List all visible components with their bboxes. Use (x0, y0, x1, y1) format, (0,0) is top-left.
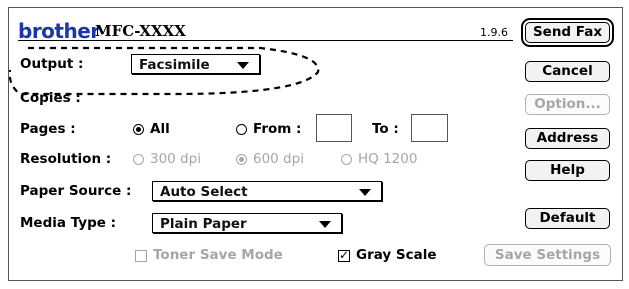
pages-all-label: All (150, 121, 170, 137)
default-button[interactable]: Default (525, 208, 610, 229)
output-popup[interactable]: Facsimile (131, 54, 260, 74)
resolution-label: Resolution : (20, 151, 112, 167)
resolution-600-radio[interactable] (236, 154, 247, 165)
copies-label: Copies : (20, 90, 81, 106)
pages-label: Pages : (20, 121, 76, 137)
save-settings-button[interactable]: Save Settings (484, 244, 611, 266)
pages-from-label: From : (253, 121, 302, 137)
gray-scale-label: Gray Scale (356, 247, 437, 263)
pages-from-radio[interactable] (236, 124, 247, 135)
output-label: Output : (20, 56, 84, 72)
paper-source-popup[interactable]: Auto Select (152, 181, 382, 201)
toner-save-checkbox[interactable] (135, 250, 147, 262)
paper-source-label: Paper Source : (20, 183, 132, 199)
resolution-300-radio[interactable] (133, 154, 144, 165)
media-type-label: Media Type : (20, 215, 117, 231)
media-type-value: Plain Paper (160, 216, 247, 232)
send-fax-button[interactable]: Send Fax (521, 18, 614, 47)
popup-triangle-icon (319, 221, 331, 228)
paper-source-value: Auto Select (160, 184, 248, 200)
gray-scale-checkbox[interactable] (338, 248, 350, 262)
toner-save-label: Toner Save Mode (153, 247, 283, 263)
resolution-600-label: 600 dpi (253, 151, 304, 167)
popup-triangle-icon (359, 189, 371, 196)
pages-from-input[interactable] (316, 114, 352, 142)
pages-to-label: To : (372, 121, 399, 137)
popup-triangle-icon (237, 62, 249, 69)
pages-to-input[interactable] (411, 114, 448, 142)
media-type-popup[interactable]: Plain Paper (152, 213, 342, 233)
address-button[interactable]: Address (525, 128, 610, 149)
resolution-hq1200-label: HQ 1200 (358, 151, 418, 167)
output-popup-value: Facsimile (139, 57, 210, 73)
pages-all-radio[interactable] (133, 124, 144, 135)
option-button[interactable]: Option... (525, 94, 610, 115)
resolution-300-label: 300 dpi (150, 151, 201, 167)
resolution-hq1200-radio[interactable] (341, 154, 352, 165)
help-button[interactable]: Help (525, 160, 610, 181)
cancel-button[interactable]: Cancel (525, 61, 610, 82)
